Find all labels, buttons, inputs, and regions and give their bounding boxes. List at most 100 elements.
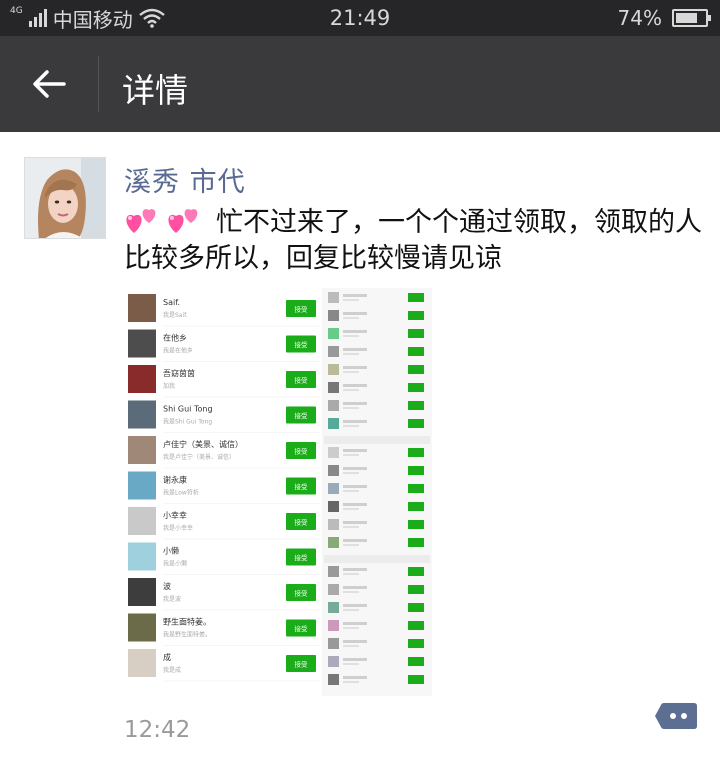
accept-button-label: 接受 bbox=[295, 624, 309, 633]
right-avatar bbox=[328, 537, 339, 548]
request-avatar bbox=[128, 365, 156, 393]
request-avatar bbox=[128, 578, 156, 606]
right-accept-button bbox=[408, 401, 424, 410]
right-sub-bar bbox=[343, 389, 359, 391]
nav-divider bbox=[98, 56, 99, 112]
request-sub: 加我 bbox=[163, 382, 175, 390]
right-sub-bar bbox=[343, 573, 359, 575]
right-avatar bbox=[328, 602, 339, 613]
avatar[interactable] bbox=[24, 157, 106, 239]
right-avatar bbox=[328, 418, 339, 429]
battery-icon bbox=[672, 9, 711, 27]
right-avatar bbox=[328, 566, 339, 577]
two-hearts-emoji bbox=[168, 209, 198, 233]
request-avatar bbox=[128, 436, 156, 464]
right-name-bar bbox=[343, 485, 367, 488]
right-avatar bbox=[328, 638, 339, 649]
request-sub: 我是Shi Gui Tong bbox=[163, 418, 212, 426]
accept-button-label: 接受 bbox=[295, 447, 309, 456]
right-accept-button bbox=[408, 585, 424, 594]
right-accept-button bbox=[408, 603, 424, 612]
right-name-bar bbox=[343, 312, 367, 315]
request-name: 小懒 bbox=[163, 546, 179, 556]
right-accept-button bbox=[408, 502, 424, 511]
right-accept-button bbox=[408, 383, 424, 392]
request-sub: 我是Low符析 bbox=[163, 489, 199, 497]
right-name-bar bbox=[343, 676, 367, 679]
right-accept-button bbox=[408, 419, 424, 428]
right-avatar bbox=[328, 346, 339, 357]
right-accept-button bbox=[408, 293, 424, 302]
accept-button-label: 接受 bbox=[295, 340, 309, 349]
request-name: 波 bbox=[163, 581, 171, 591]
back-button[interactable] bbox=[20, 58, 78, 110]
request-name: Shi Gui Tong bbox=[163, 405, 213, 414]
right-accept-button bbox=[408, 639, 424, 648]
accept-button-label: 接受 bbox=[295, 589, 309, 598]
right-sub-bar bbox=[343, 407, 359, 409]
avatar-photo bbox=[25, 158, 105, 238]
two-hearts-emoji bbox=[126, 209, 156, 233]
right-sub-bar bbox=[343, 335, 359, 337]
request-sub: 我是波 bbox=[163, 595, 181, 603]
accept-button-label: 接受 bbox=[295, 305, 309, 314]
right-sub-bar bbox=[343, 353, 359, 355]
right-name-bar bbox=[343, 348, 367, 351]
right-sub-bar bbox=[343, 472, 359, 474]
emoji-group bbox=[124, 205, 202, 235]
right-name-bar bbox=[343, 366, 367, 369]
post-time: 12:42 bbox=[124, 717, 191, 743]
accept-button-label: 接受 bbox=[295, 376, 309, 385]
right-avatar bbox=[328, 483, 339, 494]
request-sub: 我是小懒 bbox=[163, 560, 187, 568]
page-title: 详情 bbox=[122, 71, 188, 110]
request-name: 野生面特姜。 bbox=[163, 617, 211, 627]
request-sub: 我是野生面特姜。 bbox=[163, 631, 211, 639]
right-accept-button bbox=[408, 347, 424, 356]
battery-percent: 74% bbox=[617, 6, 662, 30]
request-sub: 我是成 bbox=[163, 666, 181, 674]
right-accept-button bbox=[408, 484, 424, 493]
screenshot-graphic: Saif.我是Saif.接受在他乡我是在他乡接受吾窈茵茵加我接受Shi Gui … bbox=[128, 288, 432, 696]
section-header bbox=[324, 555, 430, 563]
request-avatar bbox=[128, 329, 156, 358]
status-time: 21:49 bbox=[329, 6, 391, 30]
right-sub-bar bbox=[343, 627, 359, 629]
right-avatar bbox=[328, 465, 339, 476]
right-name-bar bbox=[343, 622, 367, 625]
accept-button-label: 接受 bbox=[295, 411, 309, 420]
request-sub: 我是Saif. bbox=[163, 311, 188, 319]
accept-button-label: 接受 bbox=[295, 660, 309, 669]
section-header bbox=[324, 436, 430, 444]
right-name-bar bbox=[343, 539, 367, 542]
right-sub-bar bbox=[343, 681, 359, 683]
right-avatar bbox=[328, 292, 339, 303]
right-name-bar bbox=[343, 467, 367, 470]
right-avatar bbox=[328, 501, 339, 512]
right-sub-bar bbox=[343, 425, 359, 427]
right-accept-button bbox=[408, 329, 424, 338]
right-avatar bbox=[328, 310, 339, 321]
request-name: 在他乡 bbox=[163, 333, 187, 343]
right-avatar bbox=[328, 364, 339, 375]
right-name-bar bbox=[343, 330, 367, 333]
request-sub: 我是卢佳宁（美景、诚信） bbox=[163, 453, 235, 461]
request-name: 吾窈茵茵 bbox=[163, 368, 195, 378]
right-name-bar bbox=[343, 384, 367, 387]
right-accept-button bbox=[408, 657, 424, 666]
request-sub: 我是小幸幸 bbox=[163, 524, 193, 532]
post-image[interactable]: Saif. 我是Saif. 接受 在他乡 我是在他乡 接受 吾窈茵茵 加我 接受 Shi Gui … bbox=[124, 288, 432, 696]
right-name-bar bbox=[343, 586, 367, 589]
right-accept-button bbox=[408, 466, 424, 475]
comment-dots-icon[interactable] bbox=[654, 701, 698, 731]
right-accept-button bbox=[408, 538, 424, 547]
status-right: 74% bbox=[617, 6, 711, 30]
request-name: 谢永康 bbox=[163, 475, 187, 485]
right-sub-bar bbox=[343, 299, 359, 301]
right-name-bar bbox=[343, 503, 367, 506]
author-name[interactable]: 溪秀 市代 bbox=[124, 160, 246, 199]
post-text: 忙不过来了，一个个通过领取，领取的人比较多所以，回复比较慢请见谅 bbox=[124, 205, 704, 277]
right-avatar bbox=[328, 328, 339, 339]
right-accept-button bbox=[408, 520, 424, 529]
right-accept-button bbox=[408, 675, 424, 684]
